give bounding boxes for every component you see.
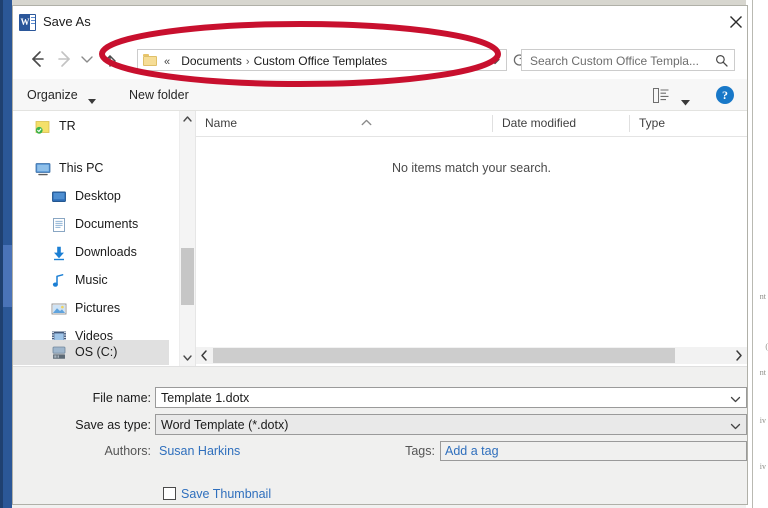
sort-ascending-icon	[361, 113, 372, 120]
sidebar-item-label: Pictures	[75, 300, 120, 317]
folder-icon	[143, 54, 157, 66]
background-ghost-text: iv	[760, 462, 766, 471]
sidebar-item-label: OS (C:)	[75, 344, 117, 361]
checkbox-box[interactable]	[163, 487, 176, 500]
caret-down-icon[interactable]	[88, 92, 96, 98]
desktop-icon	[51, 189, 67, 205]
music-icon	[51, 273, 67, 289]
chevron-left-icon[interactable]	[196, 347, 212, 364]
file-list: Name Date modified Type No items match y…	[196, 111, 747, 343]
new-folder-button[interactable]: New folder	[129, 86, 189, 104]
save-as-dialog: W Save As	[12, 5, 748, 505]
column-header-label: Date modified	[502, 111, 576, 136]
command-bar: Organize New folder ?	[13, 79, 747, 111]
sidebar-item-label: Downloads	[75, 244, 137, 261]
scrollbar-thumb[interactable]	[213, 348, 675, 363]
file-name-input[interactable]: Template 1.dotx	[155, 387, 747, 408]
save-form: File name: Template 1.dotx Save as type:…	[13, 367, 747, 505]
dialog-title: Save As	[43, 13, 91, 31]
chevron-down-icon[interactable]	[729, 392, 742, 404]
column-header-label: Type	[639, 111, 665, 136]
sidebar-item-label: TR	[59, 118, 76, 135]
search-icon	[715, 54, 728, 67]
navigation-bar: « Documents›Custom Office Templates Sear…	[13, 39, 747, 79]
sidebar-item-this-pc[interactable]: This PC	[13, 156, 169, 181]
pictures-icon	[51, 301, 67, 317]
search-input[interactable]: Search Custom Office Templa...	[521, 49, 735, 71]
view-layout-icon[interactable]	[653, 88, 669, 103]
background-ghost-text: nt	[760, 292, 766, 301]
empty-state-message: No items match your search.	[196, 161, 747, 175]
background-document-strip: nt ( nt iv iv	[746, 0, 768, 508]
column-header-type[interactable]: Type	[630, 111, 747, 136]
save-as-type-select[interactable]: Word Template (*.dotx)	[155, 414, 747, 435]
sidebar-item-documents[interactable]: Documents	[13, 212, 169, 237]
word-icon-letter: W	[20, 15, 30, 30]
screenshot-root: nt ( nt iv iv W Save As	[0, 0, 768, 508]
sidebar-item-desktop[interactable]: Desktop	[13, 184, 169, 209]
save-as-type-label: Save as type:	[43, 416, 151, 434]
hard-drive-icon	[51, 345, 67, 361]
close-icon[interactable]	[725, 11, 747, 33]
word-icon-lines	[31, 17, 35, 28]
address-bar[interactable]: « Documents›Custom Office Templates	[137, 49, 507, 71]
tags-input[interactable]: Add a tag	[440, 441, 747, 461]
background-window-edge	[0, 0, 3, 508]
help-button[interactable]: ?	[716, 86, 734, 104]
tags-label: Tags:	[361, 442, 435, 460]
word-app-icon: W	[19, 14, 36, 31]
file-list-header: Name Date modified Type	[196, 111, 747, 137]
downloads-icon	[51, 245, 67, 261]
sidebar-item-label: Documents	[75, 216, 138, 233]
back-arrow-icon[interactable]	[25, 47, 49, 71]
sidebar-item-tr[interactable]: TR	[13, 114, 169, 139]
scrollbar-thumb[interactable]	[181, 248, 194, 305]
caret-down-icon[interactable]	[681, 93, 690, 99]
this-pc-icon	[35, 161, 51, 177]
column-header-name[interactable]: Name	[196, 111, 492, 136]
chevron-down-icon[interactable]	[729, 419, 742, 431]
breadcrumb-item-documents[interactable]: Documents	[181, 54, 242, 68]
background-ghost-text: nt	[760, 368, 766, 377]
sidebar-item-label: Music	[75, 272, 108, 289]
breadcrumb-item-custom-office-templates[interactable]: Custom Office Templates	[254, 54, 388, 68]
save-as-type-value: Word Template (*.dotx)	[161, 417, 288, 433]
authors-label: Authors:	[75, 442, 151, 460]
sidebar-item-label: Desktop	[75, 188, 121, 205]
sidebar-item-downloads[interactable]: Downloads	[13, 240, 169, 265]
file-list-horizontal-scrollbar[interactable]	[196, 347, 747, 364]
file-name-label: File name:	[63, 389, 151, 407]
file-name-value: Template 1.dotx	[161, 390, 249, 406]
breadcrumb-separator: ›	[242, 56, 254, 68]
save-thumbnail-label: Save Thumbnail	[181, 485, 271, 503]
search-placeholder: Search Custom Office Templa...	[530, 53, 699, 69]
sidebar-item-os-c[interactable]: OS (C:)	[13, 340, 169, 365]
sidebar-item-music[interactable]: Music	[13, 268, 169, 293]
column-header-label: Name	[205, 111, 237, 136]
chevron-down-icon[interactable]	[180, 350, 195, 366]
breadcrumb-spacer	[170, 56, 181, 68]
chevron-up-icon[interactable]	[180, 111, 195, 127]
chevron-down-icon[interactable]	[488, 54, 502, 68]
up-arrow-icon[interactable]	[101, 47, 119, 71]
onedrive-synced-folder-icon	[35, 119, 51, 135]
breadcrumb: « Documents›Custom Office Templates	[164, 53, 387, 70]
background-divider	[752, 0, 753, 508]
background-ghost-text: iv	[760, 416, 766, 425]
sidebar-item-label: This PC	[59, 160, 103, 177]
authors-value[interactable]: Susan Harkins	[159, 442, 240, 460]
recent-locations-chevron-icon[interactable]	[78, 47, 96, 71]
navigation-pane-scrollbar[interactable]	[179, 111, 195, 366]
navigation-pane: TR This PC	[13, 111, 185, 366]
forward-arrow-icon[interactable]	[53, 47, 77, 71]
sidebar-item-pictures[interactable]: Pictures	[13, 296, 169, 321]
chevron-right-icon[interactable]	[731, 347, 747, 364]
column-header-date-modified[interactable]: Date modified	[493, 111, 629, 136]
documents-icon	[51, 217, 67, 233]
dialog-title-bar: W Save As	[13, 6, 747, 39]
tags-placeholder: Add a tag	[445, 443, 499, 460]
organize-button[interactable]: Organize	[27, 86, 78, 104]
